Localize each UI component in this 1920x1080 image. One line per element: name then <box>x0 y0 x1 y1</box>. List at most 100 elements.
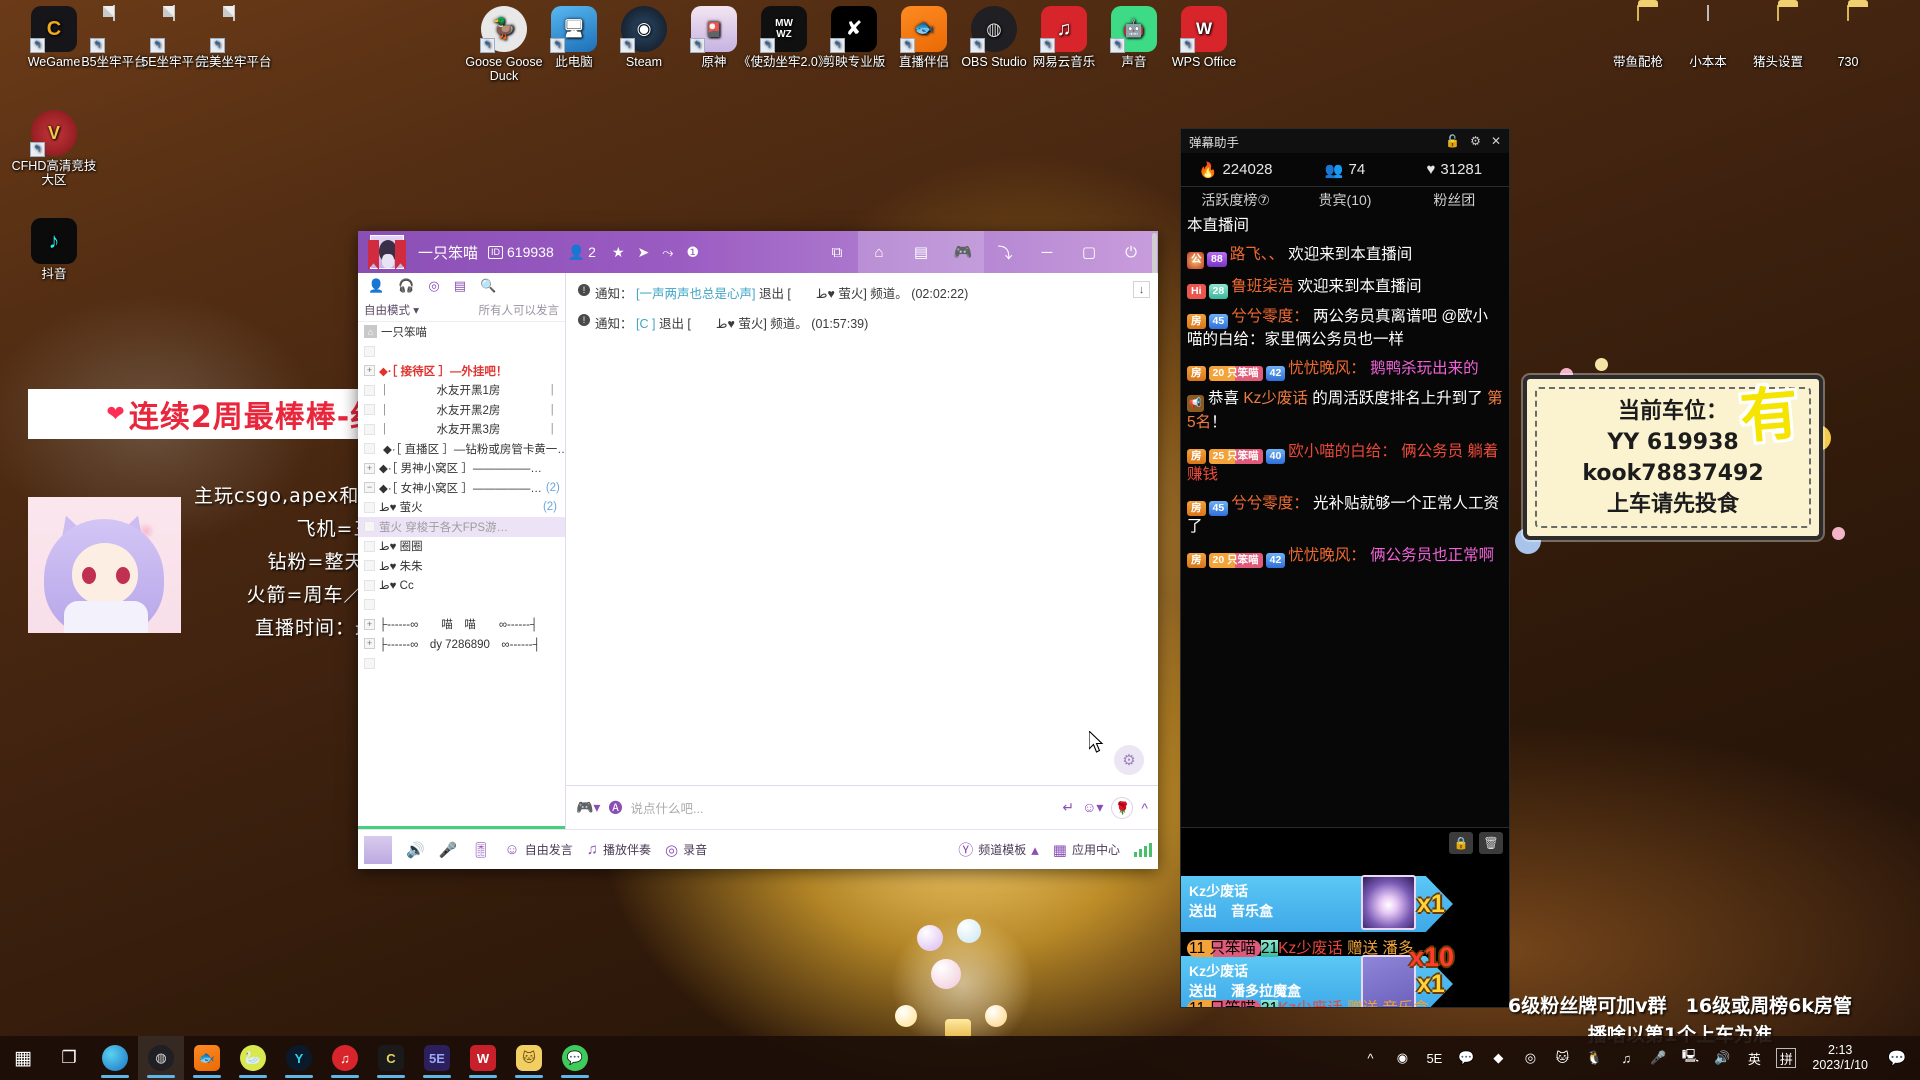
lock-icon[interactable]: 🔓 <box>1445 134 1460 148</box>
channel-row[interactable]: ◆·［ 直播区 ］—钻粉或房管卡黄一… <box>358 439 565 459</box>
channel-row[interactable]: · ｜ 水友开黑3房 ｜ <box>358 420 565 440</box>
collapse-icon[interactable]: ⤵ <box>984 231 1026 273</box>
taskbar-obs[interactable]: ◍ <box>138 1036 184 1080</box>
info-icon[interactable]: ❶ <box>686 244 699 261</box>
equalizer-icon[interactable]: 🎚 <box>471 841 490 859</box>
channel-row[interactable]: + ◆·［ 接待区 ］—外挂吧！ <box>358 361 565 381</box>
danmu-tabs[interactable]: 活跃度榜⑦ 贵宾(10) 粉丝团 <box>1181 187 1509 213</box>
broadcast-icon[interactable]: ➤ <box>638 244 650 261</box>
channel-row[interactable]: + ├------∞ 喵 喵 ∞------┤ <box>358 615 565 635</box>
yy-icon[interactable]: ◎ <box>1520 1048 1540 1068</box>
tab-activity-rank[interactable]: 活跃度榜⑦ <box>1181 190 1290 210</box>
lock-icon[interactable]: 🔒 <box>1449 832 1473 854</box>
taskbar-start-button[interactable]: ▦ <box>0 1036 46 1080</box>
expand-icon[interactable]: + <box>364 618 375 630</box>
channel-row[interactable]: + ◆·［ 男神小窝区 ］—————… <box>358 459 565 479</box>
desktop-icon-15[interactable]: W ↰ WPS Office <box>1158 6 1250 69</box>
ime-mode-indicator[interactable]: 拼 <box>1776 1048 1797 1068</box>
headset-icon[interactable]: 🎧 <box>398 278 414 294</box>
font-icon[interactable]: 🅐 <box>608 798 622 818</box>
board-icon[interactable]: ▤ <box>454 278 466 294</box>
person-icon[interactable]: 👤 <box>368 278 384 294</box>
channel-row[interactable]: · <box>358 342 565 362</box>
channel-row[interactable]: · ط♥ 朱朱 <box>358 556 565 576</box>
scroll-to-bottom-icon[interactable]: ↓ <box>1133 281 1150 298</box>
yy-title-bar[interactable]: 一只笨喵 ID 619938 👤 2 ★ ➤ ⤳ ❶ ⧉ ⌂ ▤ 🎮 ⤵ ─ ▢… <box>358 231 1158 273</box>
minimize-icon[interactable]: ─ <box>1026 231 1068 273</box>
settings-ball-icon[interactable]: ⚙ <box>1114 745 1144 775</box>
wechat-icon[interactable]: 💬 <box>1456 1048 1476 1068</box>
channel-row[interactable]: · ط♥ Cc <box>358 576 565 596</box>
grid-icon[interactable]: ▤ <box>900 231 942 273</box>
emoji-icon[interactable]: ☺▾ <box>1082 799 1103 816</box>
app-center-button[interactable]: ▦ 应用中心 <box>1053 841 1120 859</box>
taskbar-clock[interactable]: 2:13 2023/1/10 <box>1808 1043 1872 1073</box>
tab-fanclub[interactable]: 粉丝团 <box>1400 190 1509 210</box>
yy-footer-toolbar[interactable]: 🔊 🎤 🎚 ☺ 自由发言 ♫ 播放伴奏 ◎ 录音 Ⓨ 频道模板 ▴ ▦ 应用中心 <box>358 829 1158 869</box>
expand-icon[interactable]: + <box>364 365 375 377</box>
trash-icon[interactable]: 🗑 <box>1479 832 1503 854</box>
channel-template-button[interactable]: Ⓨ 频道模板 ▴ <box>958 839 1039 860</box>
speak-mode-label[interactable]: 自由模式 ▾ <box>364 302 419 318</box>
taskbar-wechat[interactable]: 💬 <box>552 1036 598 1080</box>
close-icon[interactable]: ✕ <box>1491 134 1501 148</box>
channel-list[interactable]: ⌂ 一只笨喵 · + ◆·［ 接待区 ］—外挂吧！ · ｜ 水友开黑1房 ｜ · ｜ 水友开黑2… <box>358 322 565 826</box>
chat-input-bar[interactable]: 🎮▾ 🅐 说点什么吧... ↵ ☺▾ 🌹 ^ <box>566 785 1158 829</box>
microphone-icon[interactable]: 🌹 <box>1111 796 1134 819</box>
taskbar-5e-platform[interactable]: 5E <box>414 1036 460 1080</box>
channel-row[interactable]: − ◆·［ 女神小窝区 ］—————… (2) <box>358 478 565 498</box>
speak-mode-row[interactable]: 自由模式 ▾ 所有人可以发言 <box>358 299 565 322</box>
taskbar[interactable]: ▦ ❐ ◍ 🐟 🦢 Y ♫ C 5E W 🐱 💬 ^ ◉ 5E 💬 ◆ ◎ 🐱 🐧 ♫ 🎤 🖳 🔊 英拼 2:13 2023/1/1… <box>0 1036 1920 1080</box>
emoji-game-icon[interactable]: 🎮▾ <box>576 799 600 816</box>
danmu-assistant-panel[interactable]: 弹幕助手 🔓 ⚙ ✕ 🔥 224028 👥 74 ♥ 31281 活跃度榜⑦ 贵宾(1… <box>1180 128 1510 1008</box>
taskbar-wegame[interactable]: C <box>368 1036 414 1080</box>
channel-sidebar[interactable]: 👤 🎧 ◎ ▤ 🔍 自由模式 ▾ 所有人可以发言 ⌂ 一只笨喵 · + ◆·［ 接待区 … <box>358 233 1157 829</box>
microphone-icon[interactable]: 🎤 <box>439 841 458 859</box>
qq-icon[interactable]: 🐧 <box>1584 1048 1604 1068</box>
taskbar-netease-music[interactable]: ♫ <box>322 1036 368 1080</box>
yy-client-window[interactable]: 一只笨喵 ID 619938 👤 2 ★ ➤ ⤳ ❶ ⧉ ⌂ ▤ 🎮 ⤵ ─ ▢… <box>358 231 1158 869</box>
game-icon[interactable]: 🎮 <box>942 231 984 273</box>
display-icon[interactable]: 🖳 <box>1680 1048 1700 1068</box>
desktop-icon-r2-1[interactable]: V ↰ CFHD高清竞技大区 <box>8 110 100 187</box>
action-center-button[interactable]: 💬 <box>1884 1045 1910 1071</box>
taskbar-edge[interactable] <box>92 1036 138 1080</box>
screen-share-icon[interactable]: ⧉ <box>816 231 858 273</box>
wegame-icon[interactable]: ◆ <box>1488 1048 1508 1068</box>
desktop-icon-4[interactable]: ↰ 完美坐牢平台 <box>188 5 280 69</box>
enter-icon[interactable]: ↵ <box>1062 799 1074 816</box>
sidebar-toolbar[interactable]: 👤 🎧 ◎ ▤ 🔍 <box>358 273 565 299</box>
expand-icon[interactable]: + <box>364 462 375 474</box>
channel-row[interactable]: · ط♥ 萤火 (2) <box>358 498 565 518</box>
microphone-icon[interactable]: 🎤 <box>1648 1048 1668 1068</box>
channel-row[interactable]: · 萤火 穿梭于各大FPS游… <box>358 517 565 537</box>
user-avatar[interactable] <box>364 835 392 864</box>
maximize-icon[interactable]: ▢ <box>1068 231 1110 273</box>
channel-row[interactable]: · ط♥ 圈圈 <box>358 537 565 557</box>
taskbar-yy[interactable]: Y <box>276 1036 322 1080</box>
speaker-icon[interactable]: 🔊 <box>406 841 425 859</box>
taskbar-wps[interactable]: W <box>460 1036 506 1080</box>
collapse-icon[interactable]: − <box>364 482 375 494</box>
gear-icon[interactable]: ⚙ <box>1470 134 1481 148</box>
5e-icon[interactable]: 5E <box>1424 1048 1444 1068</box>
danmu-title-bar[interactable]: 弹幕助手 🔓 ⚙ ✕ <box>1181 129 1509 153</box>
tab-vip[interactable]: 贵宾(10) <box>1290 190 1399 210</box>
taskbar-cat-app[interactable]: 🐱 <box>506 1036 552 1080</box>
search-icon[interactable]: 🔍 <box>480 278 496 294</box>
desktop-icon-19[interactable]: 730 <box>1802 5 1894 69</box>
system-tray[interactable]: ^ ◉ 5E 💬 ◆ ◎ 🐱 🐧 ♫ 🎤 🖳 🔊 英拼 2:13 2023/1/10 💬 <box>1360 1043 1920 1073</box>
home-icon[interactable]: ⌂ <box>858 231 900 273</box>
taskbar-task-view-button[interactable]: ❐ <box>46 1036 92 1080</box>
chevron-up-icon[interactable]: ^ <box>1141 800 1148 816</box>
channel-row[interactable]: · <box>358 654 565 674</box>
channel-row[interactable]: · ｜ 水友开黑1房 ｜ <box>358 381 565 401</box>
star-icon[interactable]: ★ <box>612 244 625 261</box>
ime-language-indicator[interactable]: 英 <box>1744 1048 1764 1068</box>
chevron-up-icon[interactable]: ^ <box>1360 1048 1380 1068</box>
steam-icon[interactable]: ◉ <box>1392 1048 1412 1068</box>
chat-input[interactable]: 说点什么吧... <box>630 798 1054 817</box>
taskbar-goose-goose-duck[interactable]: 🦢 <box>230 1036 276 1080</box>
record-button[interactable]: ◎ 录音 <box>665 841 707 859</box>
power-icon[interactable]: ⏻ <box>1110 231 1152 273</box>
